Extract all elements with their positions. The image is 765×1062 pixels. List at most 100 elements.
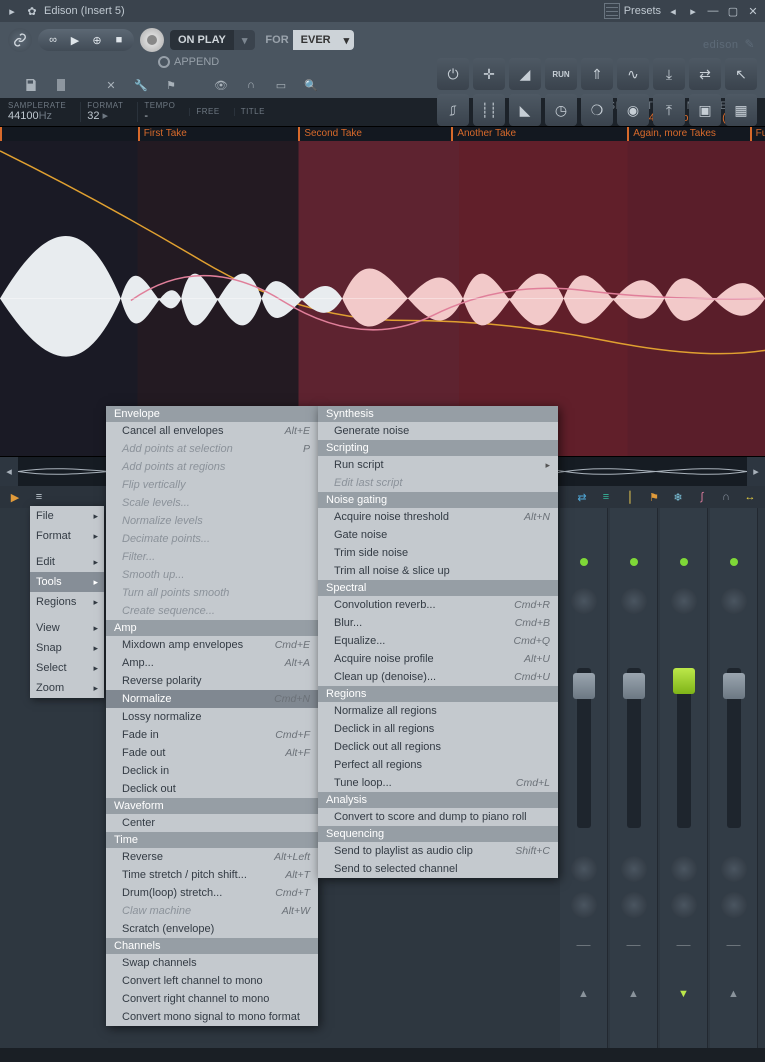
menu-zoom[interactable]: Zoom▸ xyxy=(30,678,104,698)
scroll-left-icon[interactable]: ◂ xyxy=(0,457,18,486)
menu-item[interactable]: Normalize all regions xyxy=(318,702,558,720)
region-marker[interactable]: First Take xyxy=(138,127,299,141)
power-button[interactable]: ⏻ xyxy=(437,58,469,90)
menu-item[interactable]: Fade outAlt+F xyxy=(106,744,318,762)
analyze-button[interactable]: ⎎ xyxy=(437,94,469,126)
menu-item[interactable]: Cancel all envelopesAlt+E xyxy=(106,422,318,440)
main-menu[interactable]: File▸Format▸Edit▸Tools▸Regions▸View▸Snap… xyxy=(30,506,104,698)
menu-file[interactable]: File▸ xyxy=(30,506,104,526)
zoom-icon[interactable]: 🔍 xyxy=(302,76,320,94)
eye-icon[interactable]: 👁 xyxy=(212,76,230,94)
mixer-strip[interactable]: —▲ xyxy=(710,508,758,1048)
select-icon[interactable]: ▭ xyxy=(272,76,290,94)
menu-item[interactable]: Time stretch / pitch shift...Alt+T xyxy=(106,866,318,884)
menu-item[interactable]: Clean up (denoise)...Cmd+U xyxy=(318,668,558,686)
menu-item[interactable]: Declick in xyxy=(106,762,318,780)
caret-right-icon[interactable]: ▸ xyxy=(685,3,701,19)
mixer-strip[interactable]: —▲ xyxy=(610,508,658,1048)
save-icon[interactable] xyxy=(22,76,40,94)
menu-item[interactable]: Run script▸ xyxy=(318,456,558,474)
tools-icon[interactable]: ✕ xyxy=(102,76,120,94)
menu-item[interactable]: Scratch (envelope) xyxy=(106,920,318,938)
menu-item[interactable]: Acquire noise thresholdAlt+N xyxy=(318,508,558,526)
menu-item[interactable]: Tune loop...Cmd+L xyxy=(318,774,558,792)
menu-item[interactable]: NormalizeCmd+N xyxy=(106,690,318,708)
presets-label[interactable]: Presets xyxy=(624,5,661,17)
caret-left-icon[interactable]: ◂ xyxy=(665,3,681,19)
menu-item[interactable]: Declick in all regions xyxy=(318,720,558,738)
drop-button[interactable]: ❍ xyxy=(581,94,613,126)
wrench-icon[interactable]: 🔧 xyxy=(132,76,150,94)
menu-item[interactable]: Convert to score and dump to piano roll xyxy=(318,808,558,826)
menu-regions[interactable]: Regions▸ xyxy=(30,592,104,612)
menu-item[interactable]: Declick out xyxy=(106,780,318,798)
menu-item[interactable]: Convolution reverb...Cmd+R xyxy=(318,596,558,614)
menu-item[interactable]: Acquire noise profileAlt+U xyxy=(318,650,558,668)
record-mode[interactable]: ON PLAY ▾ xyxy=(170,30,255,50)
presets-icon[interactable] xyxy=(604,3,620,19)
rocket-button[interactable]: ⇑ xyxy=(581,58,613,90)
menu-item[interactable]: Send to selected channel xyxy=(318,860,558,878)
disc-button[interactable]: ◉ xyxy=(617,94,649,126)
strip-icon[interactable]: ≡ xyxy=(32,490,46,504)
strip-eq-icon[interactable]: ≡ xyxy=(599,490,613,504)
menu-view[interactable]: View▸ xyxy=(30,618,104,638)
menu-select[interactable]: Select▸ xyxy=(30,658,104,678)
record-length[interactable]: FOR EVER ▾ xyxy=(261,30,354,50)
run-button[interactable]: RUN xyxy=(545,58,577,90)
fade-button[interactable]: ◣ xyxy=(509,94,541,126)
tools-menu-right[interactable]: SynthesisGenerate noiseScriptingRun scri… xyxy=(318,406,558,878)
strip-curve-icon[interactable]: ∫ xyxy=(695,490,709,504)
onplay-label[interactable]: ON PLAY xyxy=(170,30,234,50)
back-icon[interactable]: ▸ xyxy=(4,3,20,19)
region-marker[interactable] xyxy=(0,127,138,141)
menu-item[interactable]: Lossy normalize xyxy=(106,708,318,726)
strip-play-icon[interactable]: ▶ xyxy=(8,490,22,504)
menu-item[interactable]: Swap channels xyxy=(106,954,318,972)
region-marker[interactable]: Again, more Takes xyxy=(627,127,749,141)
format-value[interactable]: 32 xyxy=(87,110,99,122)
strip-arrows-icon[interactable]: ⇄ xyxy=(575,490,589,504)
mixer-strip[interactable]: —▼ xyxy=(660,508,708,1048)
import-button[interactable]: ⤓ xyxy=(653,58,685,90)
paste-icon[interactable] xyxy=(52,76,70,94)
play-icon[interactable]: ▶ xyxy=(68,33,82,47)
ever-label[interactable]: EVER xyxy=(293,30,339,50)
flag-icon[interactable]: ⚑ xyxy=(162,76,180,94)
menu-item[interactable]: Blur...Cmd+B xyxy=(318,614,558,632)
menu-item[interactable]: Convert left channel to mono xyxy=(106,972,318,990)
clock-button[interactable]: ◷ xyxy=(545,94,577,126)
loop-icon[interactable]: ∞ xyxy=(46,33,60,47)
strip-freeze-icon[interactable]: ❄ xyxy=(671,490,685,504)
cursor-button[interactable]: ↖ xyxy=(725,58,757,90)
region-marker[interactable]: Another Take xyxy=(451,127,627,141)
menu-item[interactable]: Reverse polarity xyxy=(106,672,318,690)
record-button[interactable] xyxy=(140,28,164,52)
menu-item[interactable]: Perfect all regions xyxy=(318,756,558,774)
menu-edit[interactable]: Edit▸ xyxy=(30,552,104,572)
menu-item[interactable]: Generate noise xyxy=(318,422,558,440)
menu-item[interactable]: Send to playlist as audio clipShift+C xyxy=(318,842,558,860)
menu-item[interactable]: Center xyxy=(106,814,318,832)
tempo-value[interactable]: - xyxy=(144,110,175,122)
menu-item[interactable]: Declick out all regions xyxy=(318,738,558,756)
region-marker[interactable]: Fuck... xyxy=(750,127,765,141)
minimize-icon[interactable]: — xyxy=(705,3,721,19)
magnet-icon[interactable]: ∩ xyxy=(242,76,260,94)
samplerate-value[interactable]: 44100 xyxy=(8,110,39,122)
grid-button[interactable]: ▦ xyxy=(725,94,757,126)
maximize-icon[interactable]: ▢ xyxy=(725,3,741,19)
wave-button[interactable]: ∿ xyxy=(617,58,649,90)
mixer-strip[interactable]: —▲ xyxy=(560,508,608,1048)
menu-item[interactable]: Gate noise xyxy=(318,526,558,544)
strip-lr-icon[interactable]: ↔ xyxy=(743,490,757,504)
region-bar[interactable]: First TakeSecond TakeAnother TakeAgain, … xyxy=(0,127,765,141)
menu-snap[interactable]: Snap▸ xyxy=(30,638,104,658)
menu-item[interactable]: ReverseAlt+Left xyxy=(106,848,318,866)
save-button[interactable]: ▣ xyxy=(689,94,721,126)
crosshair-button[interactable]: ✛ xyxy=(473,58,505,90)
spectrum-button[interactable]: ┊┊ xyxy=(473,94,505,126)
menu-tools[interactable]: Tools▸ xyxy=(30,572,104,592)
menu-item[interactable]: Drum(loop) stretch...Cmd+T xyxy=(106,884,318,902)
target-icon[interactable]: ⊕ xyxy=(90,33,104,47)
